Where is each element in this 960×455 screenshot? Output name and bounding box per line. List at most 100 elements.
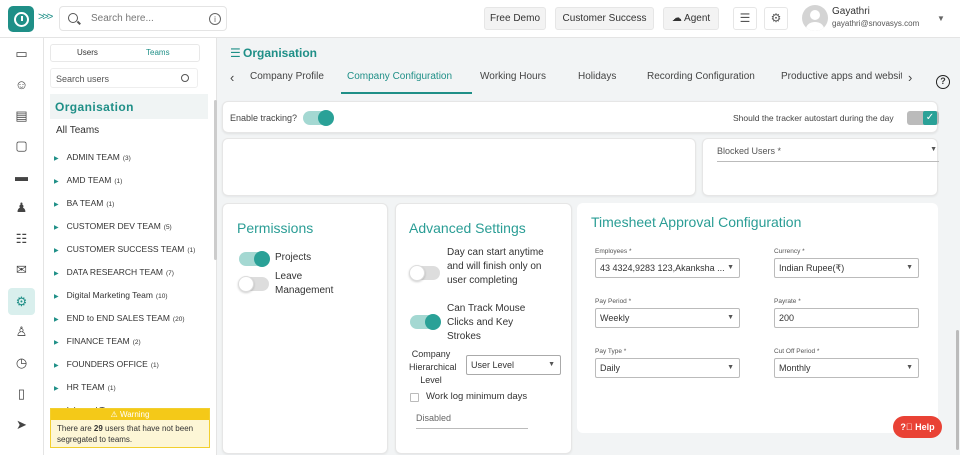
search-icon [181, 74, 189, 82]
calendar-icon[interactable]: ▭ [12, 44, 31, 63]
team-item[interactable]: ▶ END to END SALES TEAM (20) [54, 313, 184, 323]
enable-tracking-toggle[interactable] [303, 110, 334, 126]
expand-arrow-icon[interactable]: ▶ [54, 225, 59, 231]
mail-icon[interactable]: ✉ [12, 260, 31, 279]
employees-select[interactable]: 43 4324,9283 123,Akanksha ... ▼ [595, 258, 740, 278]
expand-arrow-icon[interactable]: ▶ [54, 340, 59, 346]
app-logo-icon[interactable] [8, 6, 34, 32]
alarm-icon[interactable]: ◷ [12, 353, 31, 372]
expand-arrow-icon[interactable]: ▶ [54, 179, 59, 185]
agent-button[interactable]: ☁ Agent [663, 7, 719, 30]
chevron-down-icon[interactable]: ▼ [937, 14, 945, 23]
hierarchical-level-label: Company Hierarchical Level [409, 349, 457, 385]
pay-type-select[interactable]: Daily ▼ [595, 358, 740, 378]
hierarchical-level-select[interactable]: User Level ▼ [466, 355, 561, 375]
expand-arrow-icon[interactable]: ▶ [54, 386, 59, 392]
document-list-icon[interactable]: ▯ [12, 384, 31, 403]
help-question-icon[interactable]: ? [936, 75, 950, 89]
projects-toggle[interactable] [239, 251, 270, 267]
chevron-right-icon[interactable]: › [908, 70, 912, 85]
work-log-checkbox[interactable] [410, 393, 419, 402]
team-item[interactable]: ▶ CUSTOMER SUCCESS TEAM (1) [54, 244, 195, 254]
panel-title[interactable]: Organisation [50, 94, 208, 119]
info-icon[interactable]: i [209, 13, 221, 25]
tab-company-profile[interactable]: Company Profile [250, 71, 324, 82]
menu-icon[interactable]: ☰ [230, 46, 241, 60]
team-item[interactable]: ▶ AMD TEAM (1) [54, 175, 122, 185]
document-icon[interactable]: ☰ [733, 7, 757, 30]
settings-icon[interactable]: ⚙ [8, 288, 35, 315]
search-users-input[interactable]: Search users [50, 68, 198, 88]
day-anytime-toggle[interactable] [409, 265, 440, 281]
active-tab-underline [341, 92, 472, 94]
currency-select[interactable]: Indian Rupee(₹) ▼ [774, 258, 919, 278]
autostart-checkbox[interactable]: ✓ [907, 111, 939, 125]
help-button[interactable]: ?⃝ Help [893, 416, 942, 438]
warning-header: ⚠ Warning [51, 409, 209, 420]
team-item[interactable]: ▶ CUSTOMER DEV TEAM (5) [54, 221, 172, 231]
work-log-days-input[interactable]: Disabled [416, 413, 528, 429]
tab-users[interactable]: Users [77, 48, 98, 57]
expand-arrow-icon[interactable]: ▶ [54, 271, 59, 277]
team-item[interactable]: ▶ HR TEAM (1) [54, 382, 116, 392]
track-mouse-toggle[interactable] [410, 314, 441, 330]
expand-arrow-icon[interactable]: ▶ [54, 317, 59, 323]
free-demo-button[interactable]: Free Demo [484, 7, 546, 30]
briefcase-icon[interactable]: ▤ [12, 106, 31, 125]
expand-menu-icon[interactable]: >>> [38, 11, 53, 23]
expand-arrow-icon[interactable]: ▶ [54, 202, 59, 208]
payrate-input[interactable]: 200 [774, 308, 919, 328]
pay-period-label: Pay Period * [595, 298, 632, 305]
leave-management-toggle[interactable] [238, 276, 269, 292]
blocked-users-card: Blocked Users * ▼ [702, 138, 939, 196]
users-teams-tabs: Users Teams [50, 44, 200, 62]
user-email: gayathri@snovasys.com [832, 19, 920, 28]
dropdown-arrow-icon: ▼ [906, 364, 913, 371]
user-icon[interactable]: ☺ [12, 75, 31, 94]
person-badge-icon[interactable]: ♙ [12, 322, 31, 341]
blocked-users-select[interactable]: Blocked Users * ▼ [717, 146, 939, 162]
expand-arrow-icon[interactable]: ▶ [54, 363, 59, 369]
cutoff-period-select[interactable]: Monthly ▼ [774, 358, 919, 378]
expand-arrow-icon[interactable]: ▶ [54, 294, 59, 300]
tab-company-configuration[interactable]: Company Configuration [347, 71, 452, 82]
team-item[interactable]: ▶ BA TEAM (1) [54, 198, 114, 208]
breadcrumb: ☰ Organisation [230, 46, 318, 60]
cloud-download-icon: ☁ [671, 13, 685, 24]
pay-period-select[interactable]: Weekly ▼ [595, 308, 740, 328]
avatar[interactable] [802, 5, 828, 31]
team-item[interactable]: ▶ ADMIN TEAM (3) [54, 152, 131, 162]
customer-success-button[interactable]: Customer Success [555, 7, 654, 30]
people-icon[interactable]: ♟ [12, 198, 31, 217]
expand-arrow-icon[interactable]: ▶ [54, 156, 59, 162]
gear-icon[interactable]: ⚙ [764, 7, 788, 30]
global-search-input[interactable]: Search here... i [59, 6, 227, 31]
tab-working-hours[interactable]: Working Hours [480, 71, 546, 82]
autostart-label: Should the tracker autostart during the … [733, 113, 894, 123]
currency-label: Currency * [774, 248, 805, 255]
monitor-icon[interactable]: ▢ [12, 136, 31, 155]
tab-holidays[interactable]: Holidays [578, 71, 616, 82]
send-icon[interactable]: ➤ [12, 415, 31, 434]
all-teams-item[interactable]: All Teams [56, 125, 99, 136]
cutoff-period-label: Cut Off Period * [774, 348, 820, 355]
panel-scrollbar[interactable] [214, 100, 217, 260]
tab-recording-configuration[interactable]: Recording Configuration [647, 71, 755, 82]
team-item[interactable]: ▶ FOUNDERS OFFICE (1) [54, 359, 159, 369]
card-icon[interactable]: ▬ [12, 167, 31, 186]
chevron-left-icon[interactable]: ‹ [230, 70, 234, 85]
leave-management-label: Leave Management [275, 271, 334, 296]
main-scrollbar[interactable] [956, 330, 959, 450]
tracking-card-left [222, 138, 696, 196]
team-item[interactable]: ▶ FINANCE TEAM (2) [54, 336, 141, 346]
warning-text: There are 29 users that have not been se… [57, 424, 194, 444]
expand-arrow-icon[interactable]: ▶ [54, 248, 59, 254]
tab-teams[interactable]: Teams [146, 48, 170, 57]
team-item[interactable]: ▶ Digital Marketing Team (10) [54, 290, 167, 300]
tab-productive-apps[interactable]: Productive apps and websites [781, 71, 902, 82]
timesheet-title: Timesheet Approval Configuration [591, 214, 802, 230]
timesheet-card: Timesheet Approval Configuration Employe… [577, 203, 938, 433]
dropdown-arrow-icon: ▼ [727, 264, 734, 271]
team-item[interactable]: ▶ DATA RESEARCH TEAM (7) [54, 267, 174, 277]
org-icon[interactable]: ☷ [12, 229, 31, 248]
